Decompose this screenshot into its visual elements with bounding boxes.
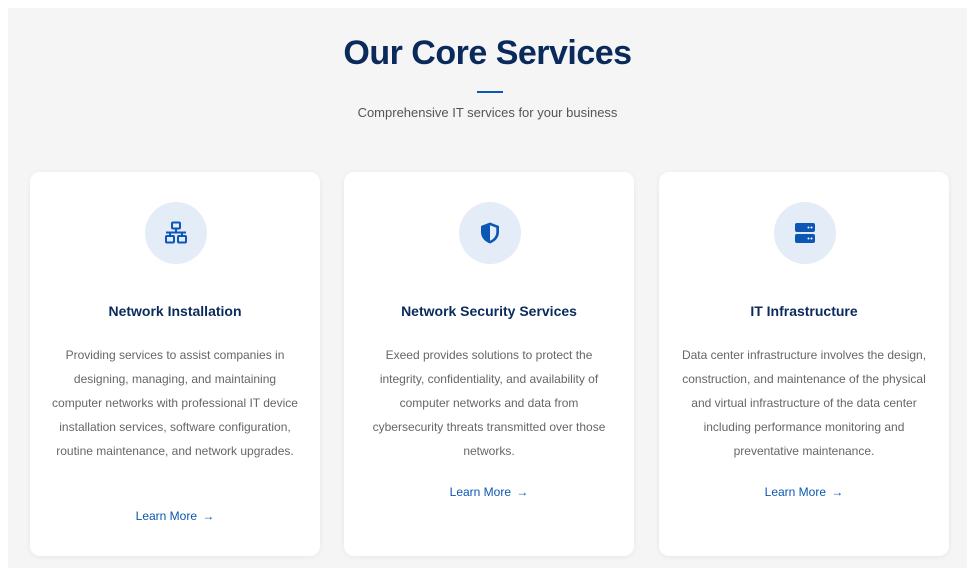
service-card-network-security: Network Security Services Exeed provides… xyxy=(344,172,634,556)
title-divider xyxy=(477,91,503,93)
card-title: IT Infrastructure xyxy=(750,303,858,319)
card-description: Data center infrastructure involves the … xyxy=(681,348,927,458)
card-title: Network Installation xyxy=(108,303,242,319)
card-description: Exeed provides solutions to protect the … xyxy=(372,348,606,458)
service-card-it-infrastructure: IT Infrastructure Data center infrastruc… xyxy=(659,172,949,556)
network-icon xyxy=(165,221,187,244)
core-services-section: Our Core Services Comprehensive IT servi… xyxy=(8,8,967,568)
server-icon-circle xyxy=(774,202,836,264)
server-icon xyxy=(795,223,815,243)
learn-more-label: Learn More xyxy=(135,509,198,523)
learn-more-link[interactable]: Learn More → xyxy=(344,485,634,499)
service-card-network-installation: Network Installation Providing services … xyxy=(30,172,320,556)
arrow-right-icon: → xyxy=(202,509,215,523)
arrow-right-icon: → xyxy=(831,485,844,499)
shield-icon-circle xyxy=(459,202,521,264)
learn-more-link[interactable]: Learn More → xyxy=(30,509,320,523)
section-subtitle: Comprehensive IT services for your busin… xyxy=(357,105,618,120)
card-description: Providing services to assist companies i… xyxy=(52,348,298,458)
learn-more-link[interactable]: Learn More → xyxy=(659,485,949,499)
card-title: Network Security Services xyxy=(401,303,577,319)
network-icon-circle xyxy=(145,202,207,264)
arrow-right-icon: → xyxy=(516,485,529,499)
shield-icon xyxy=(481,222,499,244)
learn-more-label: Learn More xyxy=(764,485,827,499)
section-title: Our Core Services xyxy=(343,34,632,72)
learn-more-label: Learn More xyxy=(449,485,512,499)
